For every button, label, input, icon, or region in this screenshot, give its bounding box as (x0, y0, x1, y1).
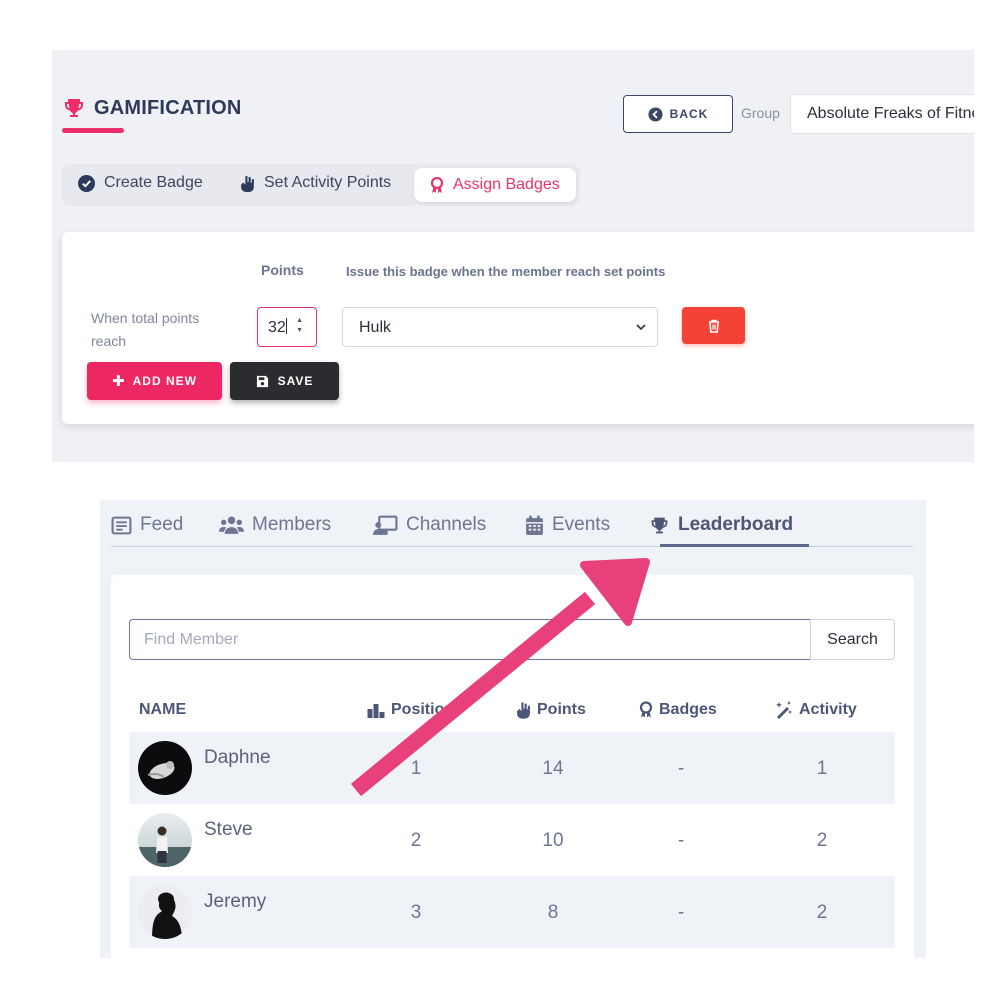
tab-label: Assign Badges (453, 176, 560, 193)
floppy-disk-icon (256, 375, 268, 387)
tab-create-badge[interactable]: Create Badge (62, 164, 219, 202)
back-button[interactable]: BACK (623, 95, 733, 133)
title-underline (62, 128, 124, 133)
assign-badge-form: Points Issue this badge when the member … (62, 232, 974, 424)
leaderboard-card: Find Member Search NAME Position Points (111, 575, 914, 958)
activity-cell: 2 (816, 830, 828, 851)
podium-icon (367, 704, 385, 718)
avatar (138, 813, 192, 867)
position-cell: 3 (410, 902, 422, 923)
column-header-points: Points (516, 701, 586, 719)
nav-channels[interactable]: Channels (373, 514, 486, 536)
nav-feed[interactable]: Feed (111, 514, 183, 536)
gamification-header: GAMIFICATION (62, 96, 242, 120)
tab-set-activity-points[interactable]: Set Activity Points (224, 164, 407, 202)
column-header-position: Position (367, 701, 454, 719)
column-header-label: Activity (799, 701, 857, 718)
nav-members[interactable]: Members (219, 514, 331, 536)
row-label: When total points reach (91, 310, 200, 349)
gamification-panel: GAMIFICATION BACK Group Absolute Freaks … (52, 50, 974, 462)
tab-assign-badges[interactable]: Assign Badges (414, 168, 576, 202)
calendar-icon (526, 515, 543, 535)
avatar (138, 741, 192, 795)
position-cell: 2 (410, 830, 422, 851)
tab-label: Create Badge (104, 174, 203, 191)
arrow-left-circle-icon (648, 106, 663, 122)
column-header-badges: Badges (639, 701, 717, 719)
nav-label: Events (552, 514, 611, 535)
hand-point-icon (517, 702, 530, 719)
plus-icon: ✚ (112, 373, 126, 390)
search-button[interactable]: Search (810, 619, 895, 660)
avatar (138, 885, 192, 939)
member-name: Daphne (204, 747, 271, 768)
table-row[interactable]: Steve 2 10 - 2 (129, 804, 895, 876)
nav-active-indicator (660, 544, 809, 547)
points-cell: 14 (542, 758, 564, 779)
find-member-input[interactable]: Find Member (129, 619, 811, 660)
add-new-label: ADD NEW (132, 374, 197, 388)
nav-label: Feed (140, 514, 184, 535)
trophy-icon (65, 99, 83, 117)
table-row[interactable]: Daphne 1 14 - 1 (129, 732, 895, 804)
tab-label: Set Activity Points (264, 174, 392, 191)
column-header-label: Points (537, 701, 586, 718)
award-ribbon-icon (639, 701, 653, 718)
points-column-header: Points (261, 262, 304, 278)
add-new-button[interactable]: ✚ ADD NEW (87, 362, 222, 400)
nav-leaderboard[interactable]: Leaderboard (649, 514, 793, 536)
badges-cell: - (677, 902, 685, 923)
points-value: 32 (268, 319, 286, 336)
badge-select-value: Hulk (359, 319, 392, 336)
badges-cell: - (677, 758, 685, 779)
delete-button[interactable] (682, 307, 745, 344)
column-header-label: Badges (659, 701, 717, 718)
badges-cell: - (677, 830, 685, 851)
points-cell: 8 (547, 902, 559, 923)
activity-cell: 1 (816, 758, 828, 779)
nav-events[interactable]: Events (525, 514, 610, 536)
position-cell: 1 (410, 758, 422, 779)
table-row[interactable]: Jeremy 3 8 - 2 (129, 876, 895, 948)
member-name: Steve (204, 819, 253, 840)
save-label: SAVE (277, 374, 314, 388)
trash-icon (708, 319, 719, 333)
group-label: Group (741, 105, 780, 121)
number-spinner[interactable]: ▲ ▼ (296, 316, 303, 336)
column-header-label: NAME (139, 701, 187, 718)
group-select[interactable]: Absolute Freaks of Fitness (790, 94, 974, 134)
chalkboard-icon (373, 515, 398, 535)
community-nav: Feed Members Channels Events Leaderboard (111, 500, 913, 547)
column-header-name: NAME (139, 701, 186, 719)
points-cell: 10 (542, 830, 564, 851)
member-name: Jeremy (204, 891, 267, 912)
chevron-down-icon (636, 324, 646, 331)
hand-point-icon (241, 175, 254, 192)
nav-label: Channels (406, 514, 487, 535)
points-input[interactable]: 32 ▲ ▼ (257, 307, 317, 347)
gamification-tabs: Create Badge Set Activity Points Assign … (62, 164, 580, 206)
activity-cell: 2 (816, 902, 828, 923)
magic-wand-icon (776, 701, 792, 719)
column-header-activity: Activity (775, 701, 857, 719)
badge-select[interactable]: Hulk (342, 307, 658, 347)
award-ribbon-icon (430, 176, 444, 193)
page-title: GAMIFICATION (94, 96, 242, 119)
nav-label: Members (252, 514, 332, 535)
issue-column-header: Issue this badge when the member reach s… (346, 264, 666, 279)
users-icon (219, 516, 244, 534)
feed-icon (111, 516, 132, 534)
back-label: BACK (669, 107, 709, 121)
save-button[interactable]: SAVE (230, 362, 339, 400)
leaderboard-panel: Feed Members Channels Events Leaderboard… (100, 500, 926, 958)
nav-label: Leaderboard (678, 514, 794, 535)
column-header-label: Position (391, 701, 455, 718)
check-circle-icon (78, 174, 95, 192)
trophy-icon (651, 517, 668, 533)
